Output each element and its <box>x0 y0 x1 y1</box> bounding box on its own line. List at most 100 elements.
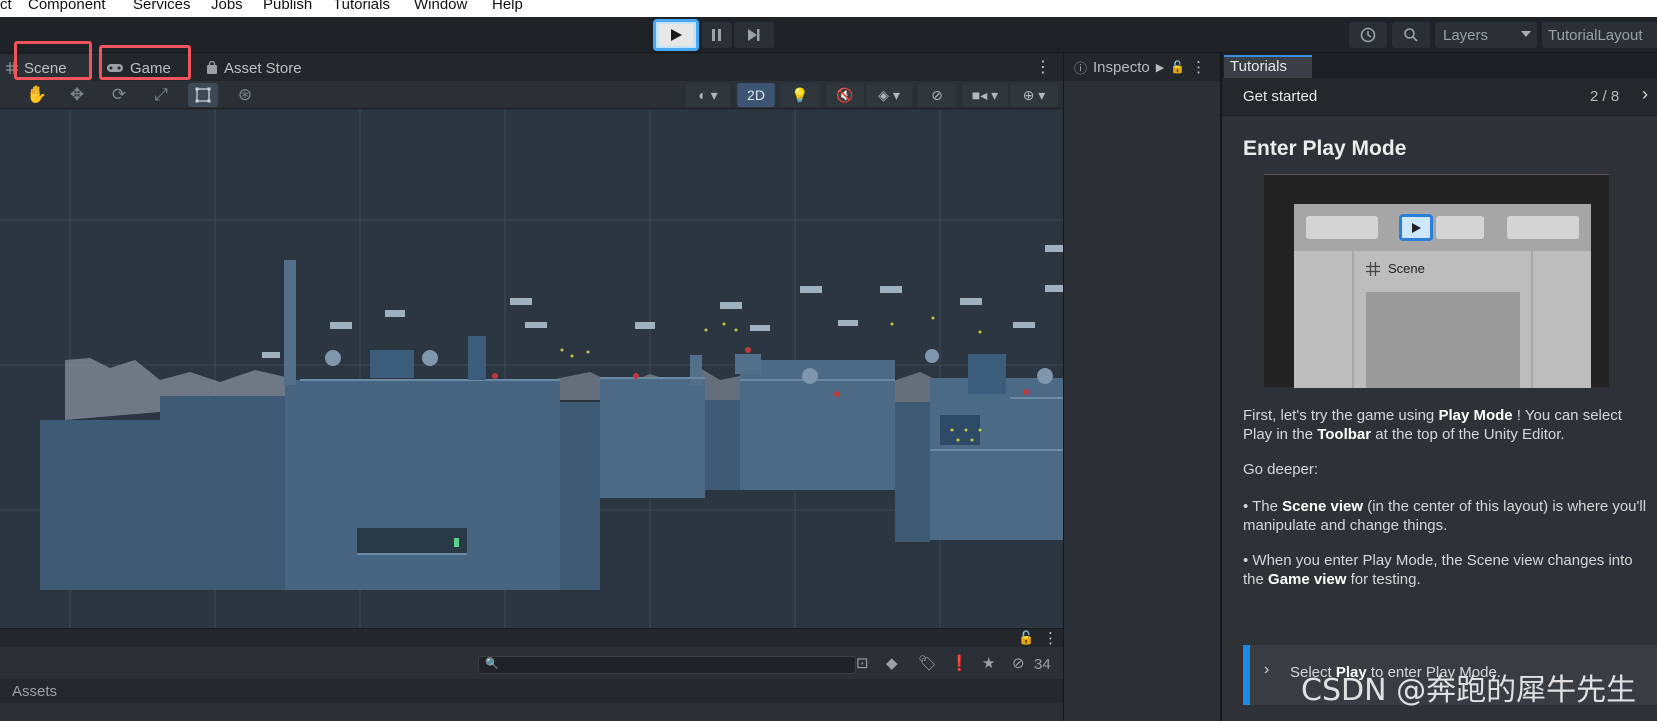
scene-tab-bar: Scene Game Asset Store ⋮ <box>0 41 1063 81</box>
scene-panel: Scene Game Asset Store ⋮ ✋ ✥ ⟳ ⤢ ⊛ ◐ ▾ 2… <box>0 41 1063 628</box>
tab-asset-store-label: Asset Store <box>224 59 302 77</box>
menu-item-tutorials[interactable]: Tutorials <box>333 0 390 13</box>
next-page-icon[interactable]: › <box>1642 84 1648 105</box>
inspector-panel: ⓘ Inspecto ▶ 🔓 ⋮ <box>1063 53 1221 721</box>
transform-tool-icon[interactable]: ⊛ <box>230 83 260 107</box>
grid-icon <box>6 62 18 74</box>
text-run: for testing. <box>1346 571 1421 588</box>
lock-icon[interactable]: 🔓 <box>1018 630 1034 646</box>
tutorials-tab-bar: Tutorials <box>1222 53 1657 78</box>
menu-item-project[interactable]: ct <box>0 0 12 13</box>
layout-dropdown[interactable]: TutorialLayout <box>1542 22 1657 48</box>
tab-scene[interactable]: Scene <box>0 55 92 81</box>
tab-scene-label: Scene <box>24 59 67 77</box>
preview-scene-tab: Scene <box>1366 261 1425 276</box>
play-icon <box>1412 222 1421 233</box>
move-tool-icon[interactable]: ✥ <box>62 83 92 107</box>
main-toolbar: Layers TutorialLayout <box>0 17 1657 53</box>
scale-tool-icon[interactable]: ⤢ <box>146 83 176 107</box>
view-2d-toggle[interactable]: 2D <box>737 83 775 107</box>
chevron-down-icon <box>1521 31 1531 37</box>
hidden-packages-count: 34 <box>1034 656 1051 673</box>
preview-scene-area <box>1366 292 1520 388</box>
step-button[interactable] <box>734 22 774 48</box>
camera-dropdown-icon[interactable]: ■◂ ▾ <box>962 83 1008 107</box>
gamepad-icon <box>107 64 123 72</box>
tutorial-page-title: Enter Play Mode <box>1243 137 1407 160</box>
lock-icon[interactable]: 🔓 <box>1170 60 1185 74</box>
menu-item-jobs[interactable]: Jobs <box>211 0 243 13</box>
tutorials-panel: Tutorials Get started 2 / 8 › Enter Play… <box>1220 53 1657 721</box>
star-filter-icon[interactable]: ★ <box>982 654 995 672</box>
hand-tool-icon[interactable]: ✋ <box>22 83 52 107</box>
chevron-right-icon: ▶ <box>1155 61 1165 74</box>
search-button[interactable] <box>1392 22 1430 48</box>
effects-dropdown-icon[interactable]: ◈ ▾ <box>866 83 912 107</box>
project-toolbar: 🔍 ⊡ ◆ 🏷 ❗ ★ ⊘ 34 <box>0 651 1063 677</box>
preview-toolbar-slot <box>1436 216 1484 239</box>
kebab-menu-icon[interactable]: ⋮ <box>1035 57 1051 77</box>
menu-item-publish[interactable]: Publish <box>263 0 312 13</box>
search-filter-icon[interactable]: ⊡ <box>856 654 869 672</box>
layers-dropdown[interactable]: Layers <box>1435 22 1537 48</box>
tutorial-bullet-1: • The Scene view (in the center of this … <box>1243 497 1653 535</box>
lighting-icon[interactable]: 💡 <box>780 83 820 107</box>
tab-asset-store[interactable]: Asset Store <box>200 55 340 81</box>
tab-game[interactable]: Game <box>100 55 192 81</box>
shopping-bag-icon <box>207 61 217 74</box>
tab-tutorials[interactable]: Tutorials <box>1224 55 1312 78</box>
kebab-menu-icon[interactable]: ⋮ <box>1043 629 1058 647</box>
label-filter-icon[interactable]: 🏷 <box>918 654 937 672</box>
rect-tool-icon[interactable] <box>188 83 218 107</box>
preview-scene-label: Scene <box>1388 261 1425 276</box>
scene-toolbar: ✋ ✥ ⟳ ⤢ ⊛ ◐ ▾ 2D 💡 🔇 ◈ ▾ ⊘ ■◂ ▾ ⊕ ▾ <box>0 81 1063 109</box>
chevron-right-icon: › <box>1264 661 1270 678</box>
tutorial-bullet-2: • When you enter Play Mode, the Scene vi… <box>1243 551 1653 589</box>
search-icon <box>1404 28 1418 42</box>
tab-inspector[interactable]: ⓘ Inspecto ▶ 🔓 ⋮ <box>1064 53 1221 81</box>
play-button[interactable] <box>653 19 699 51</box>
project-panel: 🔓 ⋮ 🔍 ⊡ ◆ 🏷 ❗ ★ ⊘ 34 Assets <box>0 628 1063 721</box>
preview-divider <box>1531 251 1533 388</box>
scene-viewport[interactable] <box>0 110 1063 628</box>
preview-play-button <box>1399 214 1433 241</box>
kebab-menu-icon[interactable]: ⋮ <box>1191 58 1206 76</box>
gizmos-dropdown-icon[interactable]: ⊕ ▾ <box>1010 83 1058 107</box>
menu-item-services[interactable]: Services <box>133 0 191 13</box>
assets-label: Assets <box>12 682 58 700</box>
tab-game-label: Game <box>130 59 171 77</box>
bold-run: Scene view <box>1282 498 1364 515</box>
layout-label: TutorialLayout <box>1548 26 1643 44</box>
bold-run: Toolbar <box>1317 426 1372 443</box>
type-filter-icon[interactable]: ◆ <box>886 654 898 672</box>
audio-mute-icon[interactable]: 🔇 <box>826 83 864 107</box>
tutorial-header: Get started 2 / 8 › <box>1222 78 1657 116</box>
history-button[interactable] <box>1349 22 1387 48</box>
text-run: • The <box>1243 498 1283 515</box>
preview-toolbar <box>1294 204 1591 251</box>
hidden-packages-icon[interactable]: ⊘ <box>1012 654 1025 672</box>
project-search-input[interactable]: 🔍 <box>478 656 856 674</box>
bold-run: Play Mode <box>1438 407 1513 424</box>
tutorial-go-deeper: Go deeper: <box>1243 461 1319 478</box>
assets-folder-row[interactable]: Assets <box>0 679 1063 703</box>
preview-toolbar-slot <box>1507 216 1579 239</box>
tab-inspector-label: Inspecto <box>1093 58 1150 76</box>
rotate-tool-icon[interactable]: ⟳ <box>104 83 134 107</box>
text-run: at the top of the Unity Editor. <box>1371 426 1565 443</box>
tutorial-progress: 2 / 8 <box>1590 88 1620 105</box>
menu-item-help[interactable]: Help <box>492 0 523 13</box>
info-icon: ⓘ <box>1074 60 1088 76</box>
shading-mode-dropdown[interactable]: ◐ ▾ <box>686 83 730 107</box>
menu-item-component[interactable]: Component <box>28 0 106 13</box>
preview-toolbar-slot <box>1306 216 1378 239</box>
visibility-icon[interactable]: ⊘ <box>918 83 956 107</box>
bold-run: Game view <box>1268 571 1347 588</box>
menu-item-window[interactable]: Window <box>414 0 467 13</box>
level-artwork <box>0 110 1063 628</box>
watermark: CSDN @奔跑的犀牛先生 <box>1301 673 1637 708</box>
warning-filter-icon[interactable]: ❗ <box>950 654 969 672</box>
pause-button[interactable] <box>702 22 732 48</box>
preview-divider <box>1352 251 1354 388</box>
preview-editor-mock: Scene <box>1294 204 1591 388</box>
